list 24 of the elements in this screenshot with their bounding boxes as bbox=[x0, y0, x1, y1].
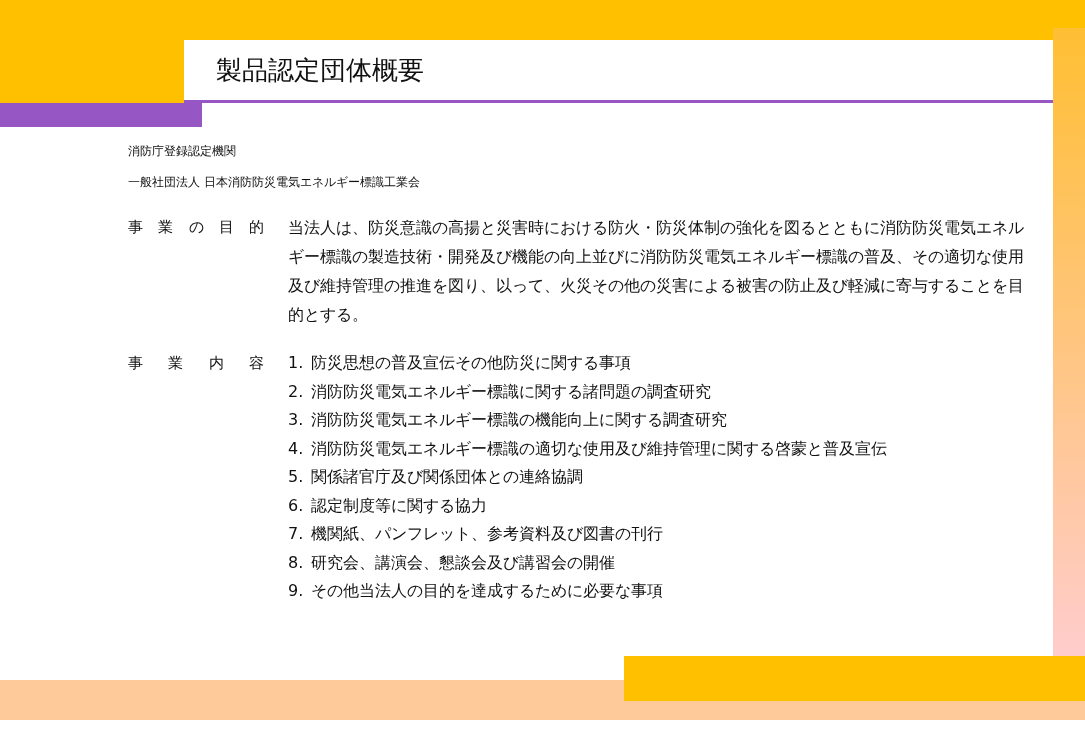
registration-text: 消防庁登録認定機関 bbox=[128, 143, 237, 160]
page-title: 製品認定団体概要 bbox=[216, 53, 424, 87]
item-text: 研究会、講演会、懇談会及び講習会の開催 bbox=[311, 551, 616, 574]
section-label: 事業内容 bbox=[128, 353, 264, 374]
organization-name: 一般社団法人 日本消防防災電気エネルギー標識工業会 bbox=[128, 174, 421, 191]
item-text: 消防防災電気エネルギー標識の機能向上に関する調査研究 bbox=[311, 409, 728, 431]
item-text: 消防防災電気エネルギー標識に関する諸問題の調査研究 bbox=[311, 380, 712, 403]
item-number: 7. bbox=[288, 523, 304, 545]
item-number: 6. bbox=[288, 494, 304, 517]
item-number: 5. bbox=[288, 466, 304, 488]
section-label: 事業の目的 bbox=[128, 217, 264, 238]
item-number: 2. bbox=[288, 380, 304, 403]
item-text: 関係諸官庁及び関係団体との連絡協調 bbox=[311, 466, 584, 488]
item-text: 消防防災電気エネルギー標識の適切な使用及び維持管理に関する啓蒙と普及宣伝 bbox=[311, 437, 888, 460]
item-text: 防災思想の普及宣伝その他防災に関する事項 bbox=[311, 352, 632, 374]
item-number: 4. bbox=[288, 437, 304, 460]
item-number: 3. bbox=[288, 409, 304, 431]
purpose-text: 当法人は、防災意識の高揚と災害時における防火・防災体制の強化を図るとともに消防防災電気エネルギー標識の製造技術・開発及び機能の向上並びに消防防災電気エネルギー標識の普及、その適切な使用及び維持管理の推進を図り、以って、火災その他の災害による被害の防止及び軽減に寄与することを目的とする。 bbox=[288, 217, 1025, 326]
item-text: 認定制度等に関する協力 bbox=[311, 494, 488, 517]
item-number: 8. bbox=[288, 551, 304, 574]
item-number: 1. bbox=[288, 352, 304, 374]
item-text: その他当法人の目的を達成するために必要な事項 bbox=[311, 580, 664, 602]
item-number: 9. bbox=[288, 580, 304, 602]
item-text: 機関紙、パンフレット、参考資料及び図書の刊行 bbox=[311, 523, 664, 545]
